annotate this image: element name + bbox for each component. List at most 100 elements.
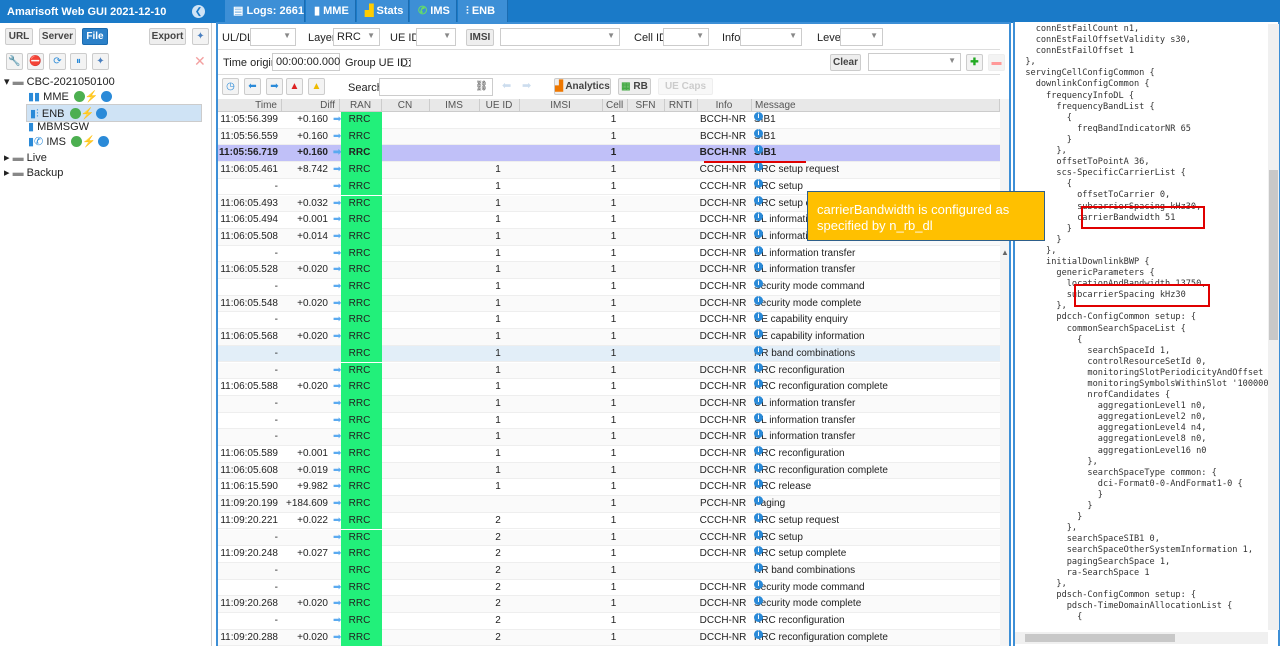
group-ue-checkbox[interactable] (402, 58, 411, 67)
table-row[interactable]: - ➡ RRC 1 1 DCCH-NR i RRC reconfiguration (218, 362, 1000, 380)
search-input[interactable]: ⛓ (379, 78, 493, 96)
table-row[interactable]: 11:06:05.461 +8.742 ➡ RRC 1 1 CCCH-NR i RRC setu… (218, 162, 1000, 179)
tree-item-live[interactable]: ▸ ▬ Live (4, 151, 47, 166)
play-icon[interactable] (97, 136, 109, 147)
imsi-select[interactable]: ▼ (500, 28, 620, 46)
stop-icon[interactable]: ⛔ (27, 53, 44, 70)
time-origin-input[interactable]: 00:00:00.000 (272, 53, 340, 71)
play-icon[interactable] (100, 91, 112, 102)
detail-hscroll-thumb[interactable] (1025, 634, 1175, 642)
table-row[interactable]: 11:05:56.559 +0.160 ➡ RRC 1 BCCH-NR i SIB1 (218, 128, 1000, 146)
arrow-left-icon[interactable]: ⬅ (244, 78, 261, 95)
table-row[interactable]: 11:09:20.221 +0.022 ➡ RRC 2 1 CCCH-NR i RRC setu… (218, 512, 1000, 530)
tree-item-cbc[interactable]: ▾ ▬ CBC-2021050100 (4, 75, 115, 90)
table-row[interactable]: - ➡ RRC 2 1 DCCH-NR i Security mode command (218, 579, 1000, 597)
detail-vscroll-thumb[interactable] (1269, 170, 1278, 340)
tab-ims[interactable]: ✆ IMS (410, 0, 457, 22)
table-row[interactable]: - ➡ RRC 1 1 DCCH-NR i UL information transfer (218, 395, 1000, 413)
delete-icon[interactable]: ✕ (194, 53, 206, 70)
tab-stats[interactable]: ▟ Stats (357, 0, 409, 22)
server-button[interactable]: Server (39, 28, 76, 45)
tab-mme[interactable]: ▮ MME (306, 0, 356, 22)
info-icon[interactable]: i (754, 279, 763, 288)
table-row[interactable]: 11:09:20.199 +184.609 ➡ RRC 1 PCCH-NR i Paging (218, 496, 1000, 513)
info-icon[interactable]: i (754, 613, 763, 622)
table-row[interactable]: - ➡ RRC 1 1 DCCH-NR i DL information transfer (218, 429, 1000, 446)
clock-icon[interactable]: ◷ (222, 78, 239, 95)
tree-item-mme[interactable]: ▮▮ MME ⚡ (28, 90, 112, 105)
table-row[interactable]: - ➡ RRC 1 1 DCCH-NR i UL information transfer (218, 412, 1000, 430)
table-row[interactable]: 11:09:20.268 +0.020 ➡ RRC 2 1 DCCH-NR i Security… (218, 596, 1000, 613)
info-icon[interactable]: i (754, 295, 763, 305)
info-icon[interactable]: i (754, 462, 763, 472)
file-button[interactable]: File (82, 28, 108, 45)
filter-preset-select[interactable]: ▼ (868, 53, 961, 71)
info-select[interactable]: ▼ (740, 28, 802, 46)
info-icon[interactable]: i (754, 446, 763, 455)
table-row[interactable]: - ➡ RRC 2 1 DCCH-NR i RRC reconfiguration (218, 613, 1000, 630)
table-row[interactable]: - RRC 2 1 i NR band combinations (218, 562, 1000, 580)
tree-item-mbmsgw[interactable]: ▮ MBMSGW (28, 120, 89, 135)
info-icon[interactable]: i (754, 512, 763, 522)
tab-enb[interactable]: ⫶ ENB (458, 0, 508, 22)
table-row[interactable]: 11:06:05.568 +0.020 ➡ RRC 1 1 DCCH-NR i UE capab… (218, 329, 1000, 346)
uldl-select[interactable]: ▼ (250, 28, 296, 46)
table-row[interactable]: - ➡ RRC 2 1 CCCH-NR i RRC setup (218, 529, 1000, 547)
info-icon[interactable]: i (754, 629, 763, 639)
table-scrollbar[interactable] (1000, 99, 1009, 646)
cellid-select[interactable]: ▼ (663, 28, 709, 46)
add-icon[interactable]: ✚ (966, 54, 983, 71)
refresh-icon[interactable]: ⟳ (49, 53, 66, 70)
info-icon[interactable]: i (754, 195, 763, 205)
table-row[interactable]: 11:09:20.248 +0.027 ➡ RRC 2 1 DCCH-NR i RRC setu… (218, 546, 1000, 563)
column-header-cell[interactable]: Cell (603, 99, 628, 112)
table-row[interactable]: - RRC 1 1 i NR band combinations (218, 345, 1000, 363)
warning-icon[interactable]: ▲ (308, 78, 325, 95)
column-header-time[interactable]: Time (218, 99, 282, 112)
column-header-imsi[interactable]: IMSI (520, 99, 603, 112)
info-icon[interactable]: i (754, 128, 763, 138)
table-row[interactable]: 11:06:05.528 +0.020 ➡ RRC 1 1 DCCH-NR i UL infor… (218, 262, 1000, 279)
info-icon[interactable]: i (754, 579, 763, 589)
info-icon[interactable]: i (754, 178, 763, 188)
tab-logs[interactable]: ▤ Logs: 2661 (225, 0, 305, 22)
wrench-icon[interactable]: 🔧 (6, 53, 23, 70)
layer-select[interactable]: RRC ▼ (333, 28, 380, 46)
collapse-sidebar-icon[interactable]: ❮ (192, 5, 205, 18)
table-row[interactable]: 11:06:05.548 +0.020 ➡ RRC 1 1 DCCH-NR i Security… (218, 295, 1000, 313)
column-header-ran[interactable]: RAN (341, 99, 382, 112)
info-icon[interactable]: i (754, 345, 763, 355)
table-row[interactable]: 11:06:05.589 +0.001 ➡ RRC 1 1 DCCH-NR i RRC reco… (218, 446, 1000, 463)
rb-button[interactable]: ▦ RB (618, 78, 651, 95)
next-match-icon[interactable]: ➡ (522, 79, 531, 92)
info-icon[interactable]: i (754, 562, 763, 572)
table-row[interactable]: - ➡ RRC 1 1 DCCH-NR i Security mode command (218, 279, 1000, 296)
column-header-ue-id[interactable]: UE ID (480, 99, 520, 112)
info-icon[interactable]: i (754, 112, 763, 121)
info-icon[interactable]: i (754, 395, 763, 405)
url-button[interactable]: URL (5, 28, 33, 45)
table-row[interactable]: 11:06:05.608 +0.019 ➡ RRC 1 1 DCCH-NR i RRC reco… (218, 462, 1000, 480)
arrow-right-icon[interactable]: ➡ (266, 78, 283, 95)
info-icon[interactable]: i (754, 228, 763, 238)
clear-button[interactable]: Clear (830, 54, 861, 71)
pause-icon[interactable]: ⏸ (70, 53, 87, 70)
plug-icon[interactable]: ✦ (92, 53, 109, 70)
remove-icon[interactable]: ▬ (988, 54, 1005, 71)
column-header-cn[interactable]: CN (382, 99, 430, 112)
column-header-ims[interactable]: IMS (430, 99, 480, 112)
ueid-select[interactable]: ▼ (416, 28, 456, 46)
tree-item-backup[interactable]: ▸ ▬ Backup (4, 166, 63, 181)
info-icon[interactable]: i (754, 412, 763, 422)
error-icon[interactable]: ▲ (286, 78, 303, 95)
scroll-up-icon[interactable]: ▲ (1001, 248, 1009, 257)
column-header-diff[interactable]: Diff (282, 99, 340, 112)
tree-item-ims[interactable]: ▮✆ IMS ⚡ (28, 135, 109, 150)
table-row[interactable]: - ➡ RRC 1 1 DCCH-NR i UE capability enquiry (218, 312, 1000, 330)
export-button[interactable]: Export (149, 28, 186, 45)
column-header-info[interactable]: Info (698, 99, 752, 112)
table-row[interactable]: - ➡ RRC 1 1 DCCH-NR i DL information transfer (218, 245, 1000, 263)
info-icon[interactable]: i (754, 245, 763, 255)
info-icon[interactable]: i (754, 362, 763, 372)
table-row[interactable]: 11:06:15.590 +9.982 ➡ RRC 1 1 DCCH-NR i RRC rele… (218, 479, 1000, 497)
